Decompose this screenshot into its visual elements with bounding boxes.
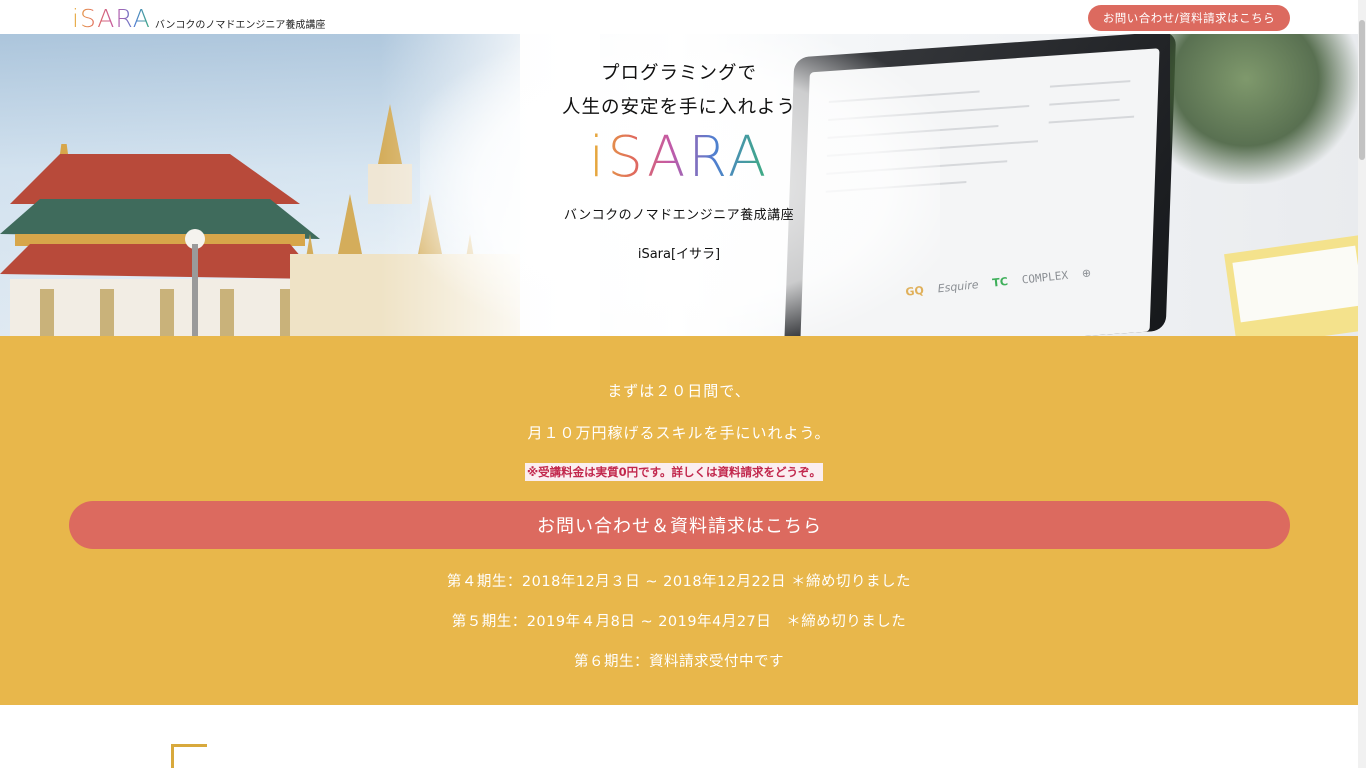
hero-headline-1: プログラミングで bbox=[600, 63, 757, 84]
term-schedule-6: 第６期生：資料請求受付中です bbox=[574, 654, 784, 670]
cta-section: まずは２０日間で、 月１０万円稼げるスキルを手にいれよう。 ※受講料金は実質0円… bbox=[0, 336, 1358, 705]
hero-headline-2: 人生の安定を手に入れよう bbox=[561, 97, 796, 118]
hero-course-name: iSara[イサラ] bbox=[637, 247, 721, 262]
contact-request-button[interactable]: お問い合わせ＆資料請求はこちら bbox=[69, 501, 1290, 549]
brand-logo: TC bbox=[991, 275, 1009, 290]
site-header: iSARA バンコクのノマドエンジニア養成講座 お問い合わせ/資料請求はこちら bbox=[0, 0, 1358, 34]
term-schedule-4: 第４期生：2018年12月３日 ~ 2018年12月22日 ＊締め切りました bbox=[446, 574, 912, 590]
cta-text-1: まずは２０日間で、 bbox=[607, 382, 751, 400]
section-heading-bracket bbox=[171, 744, 207, 768]
scrollbar-thumb[interactable] bbox=[1359, 20, 1365, 160]
brand-logo: ⊕ bbox=[1081, 266, 1092, 281]
hero-logo: iSARA bbox=[0, 129, 1358, 187]
cta-text-2: 月１０万円稼げるスキルを手にいれよう。 bbox=[527, 424, 831, 442]
hero-subtitle: バンコクのノマドエンジニア養成講座 bbox=[563, 208, 795, 223]
hero-logo-wordmark: iSARA bbox=[588, 125, 770, 190]
term-schedule-5: 第５期生：2019年４月8日 ~ 2019年4月27日 ＊締め切りました bbox=[451, 614, 907, 630]
site-logo[interactable]: iSARA バンコクのノマドエンジニア養成講座 bbox=[72, 3, 325, 33]
hero-banner: GQ Esquire TC COMPLEX ⊕ プログラミングで 人生の安定を手… bbox=[0, 34, 1358, 336]
logo-wordmark: iSARA bbox=[72, 4, 151, 33]
fee-note: ※受講料金は実質0円です。詳しくは資料請求をどうぞ。 bbox=[525, 463, 824, 481]
hero-text: プログラミングで 人生の安定を手に入れよう iSARA バンコクのノマドエンジニ… bbox=[0, 34, 1358, 262]
header-contact-button[interactable]: お問い合わせ/資料請求はこちら bbox=[1088, 5, 1290, 31]
logo-subtitle: バンコクのノマドエンジニア養成講座 bbox=[154, 20, 326, 31]
